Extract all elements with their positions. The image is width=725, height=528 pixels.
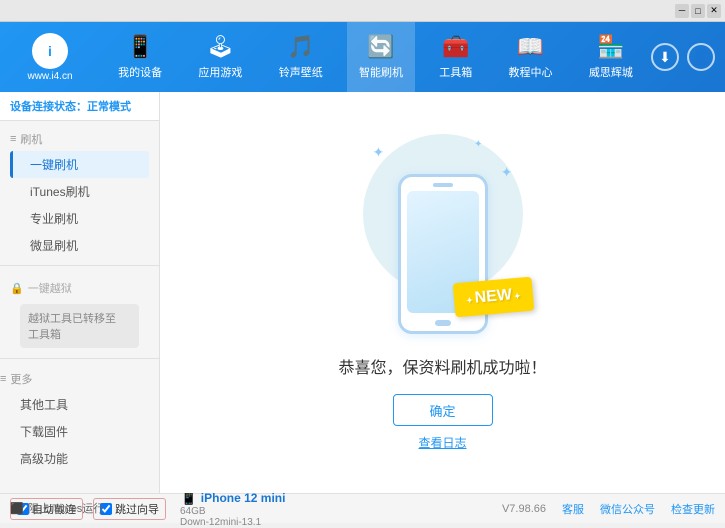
jailbreak-notice-text: 越狱工具已转移至 工具箱 xyxy=(28,313,116,341)
sidebar-item-wipe-flash[interactable]: 微显刷机 xyxy=(10,232,149,259)
nav-item-my-device[interactable]: 📱 我的设备 xyxy=(106,22,174,92)
header: i www.i4.cn 📱 我的设备 🕹 应用游戏 🎵 铃声壁纸 🔄 智能刷机 … xyxy=(0,22,725,92)
sidebar: 设备连接状态：正常模式 ≡ 刷机 一键刷机 iTunes刷机 专业刷机 微显刷机 xyxy=(0,92,160,493)
phone-speaker xyxy=(433,183,453,187)
wechat-link[interactable]: 微信公众号 xyxy=(600,501,655,517)
jailbreak-notice: 越狱工具已转移至 工具箱 xyxy=(20,304,139,348)
status-value: 正常模式 xyxy=(87,101,131,113)
nav-item-smart-flash[interactable]: 🔄 智能刷机 xyxy=(347,22,415,92)
sidebar-item-one-key-flash[interactable]: 一键刷机 xyxy=(10,151,149,178)
section-label-more: 更多 xyxy=(10,371,32,387)
nav-label-toolbox: 工具箱 xyxy=(439,64,472,80)
sidebar-item-pro-flash[interactable]: 专业刷机 xyxy=(10,205,149,232)
one-key-flash-label: 一键刷机 xyxy=(30,158,78,172)
pro-flash-label: 专业刷机 xyxy=(30,212,78,226)
lock-icon: 🔒 xyxy=(10,282,24,295)
itunes-status-text: 阻止iTunes运行 xyxy=(28,500,105,516)
sparkle-3: ✦ xyxy=(474,139,482,150)
device-name: iPhone 12 mini xyxy=(201,491,286,505)
logo-icon: i xyxy=(32,33,68,69)
music-icon: 🎵 xyxy=(287,34,314,60)
divider-1 xyxy=(0,265,159,266)
nav-item-ringtone[interactable]: 🎵 铃声壁纸 xyxy=(267,22,335,92)
nav-item-tutorial[interactable]: 📖 教程中心 xyxy=(497,22,565,92)
device-info: 📱 iPhone 12 mini 64GB Down-12mini-13.1 xyxy=(180,489,285,528)
logo-area[interactable]: i www.i4.cn xyxy=(0,22,100,92)
divider-2 xyxy=(0,358,159,359)
sidebar-section-jailbreak: 🔒 一键越狱 越狱工具已转移至 工具箱 xyxy=(0,270,159,354)
device-status-bar: 设备连接状态：正常模式 xyxy=(0,92,159,121)
section-title-more: ≡ 更多 xyxy=(0,367,159,391)
itunes-status: ⬛ 阻止iTunes运行 xyxy=(10,500,104,516)
sidebar-item-itunes-flash[interactable]: iTunes刷机 xyxy=(10,178,149,205)
stop-icon: ⬛ xyxy=(10,502,24,515)
other-tools-label: 其他工具 xyxy=(20,398,68,412)
nav-label-ringtone: 铃声壁纸 xyxy=(279,64,323,80)
phone-illustration: ✦ ✦ ✦ NEW xyxy=(353,134,533,334)
sidebar-item-advanced[interactable]: 高级功能 xyxy=(0,445,159,472)
nav-items: 📱 我的设备 🕹 应用游戏 🎵 铃声壁纸 🔄 智能刷机 🧰 工具箱 📖 教程中心… xyxy=(100,22,651,92)
download-firm-label: 下载固件 xyxy=(20,425,68,439)
nav-label-tutorial: 教程中心 xyxy=(509,64,553,80)
new-badge: NEW xyxy=(452,277,533,318)
sidebar-section-flash: ≡ 刷机 一键刷机 iTunes刷机 专业刷机 微显刷机 xyxy=(0,121,159,261)
title-bar: － □ ✕ xyxy=(0,0,725,22)
advanced-label: 高级功能 xyxy=(20,452,68,466)
sidebar-item-other-tools[interactable]: 其他工具 xyxy=(0,391,159,418)
nav-item-mall[interactable]: 🏪 威思辉城 xyxy=(577,22,645,92)
device-storage: 64GB xyxy=(180,506,285,517)
section-label-flash: 刷机 xyxy=(20,131,42,147)
section-label-jailbreak: 一键越狱 xyxy=(28,280,72,296)
content-area: ✦ ✦ ✦ NEW 恭喜您，保资料刷机成功啦！ 确定 查看日志 xyxy=(160,92,725,493)
customer-service-link[interactable]: 客服 xyxy=(562,501,584,517)
bottom-right: V7.98.66 客服 微信公众号 检查更新 xyxy=(502,501,715,517)
main-layout: 设备连接状态：正常模式 ≡ 刷机 一键刷机 iTunes刷机 专业刷机 微显刷机 xyxy=(0,92,725,493)
nav-label-smart-flash: 智能刷机 xyxy=(359,64,403,80)
nav-item-app-game[interactable]: 🕹 应用游戏 xyxy=(186,22,254,92)
itunes-flash-label: iTunes刷机 xyxy=(30,185,90,199)
nav-right: ⬇ 👤 xyxy=(651,43,725,71)
minimize-button[interactable]: － xyxy=(675,4,689,18)
nav-label-app-game: 应用游戏 xyxy=(198,64,242,80)
bottom-bar: 自动截连 跳过向导 📱 iPhone 12 mini 64GB Down-12m… xyxy=(0,493,725,523)
toolbox-icon: 🧰 xyxy=(442,34,469,60)
maximize-button[interactable]: □ xyxy=(691,4,705,18)
sparkle-1: ✦ xyxy=(373,144,385,161)
sidebar-section-more: ≡ 更多 其他工具 下载固件 高级功能 xyxy=(0,363,159,476)
download-button[interactable]: ⬇ xyxy=(651,43,679,71)
nav-label-mall: 威思辉城 xyxy=(589,64,633,80)
section-icon-flash: ≡ xyxy=(10,133,16,145)
success-text: 恭喜您，保资料刷机成功啦！ xyxy=(338,354,546,378)
book-icon: 📖 xyxy=(517,34,544,60)
section-title-jailbreak: 🔒 一键越狱 xyxy=(10,276,149,300)
goto-log-link[interactable]: 查看日志 xyxy=(418,434,466,451)
store-icon: 🏪 xyxy=(597,34,624,60)
check-update-link[interactable]: 检查更新 xyxy=(671,501,715,517)
confirm-button[interactable]: 确定 xyxy=(393,394,493,426)
skip-guide-label: 跳过向导 xyxy=(115,501,159,517)
nav-label-my-device: 我的设备 xyxy=(118,64,162,80)
version-text: V7.98.66 xyxy=(502,503,546,515)
game-icon: 🕹 xyxy=(206,34,234,60)
status-label: 设备连接状态： xyxy=(10,101,87,113)
section-title-flash: ≡ 刷机 xyxy=(10,127,149,151)
flash-icon: 🔄 xyxy=(367,34,394,60)
close-button[interactable]: ✕ xyxy=(707,4,721,18)
sidebar-item-download-firm[interactable]: 下载固件 xyxy=(0,418,159,445)
nav-item-toolbox[interactable]: 🧰 工具箱 xyxy=(427,22,484,92)
wipe-flash-label: 微显刷机 xyxy=(30,239,78,253)
phone-home xyxy=(435,320,451,326)
more-icon: ≡ xyxy=(0,373,6,385)
phone-icon: 📱 xyxy=(126,34,153,60)
user-button[interactable]: 👤 xyxy=(687,43,715,71)
logo-text: www.i4.cn xyxy=(27,71,72,82)
sparkle-2: ✦ xyxy=(501,164,513,181)
